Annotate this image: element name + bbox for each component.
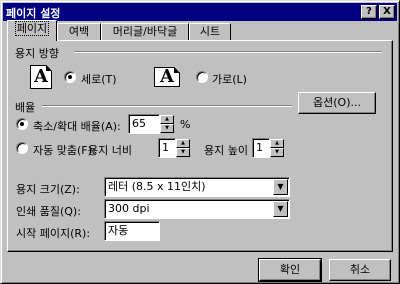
pages-tall-value: 1 (256, 141, 263, 154)
spin-down-icon[interactable]: ▼ (176, 148, 190, 157)
scale-percent-spinner[interactable]: ▲ ▼ (160, 115, 174, 133)
scale-percent-input[interactable]: 65 (128, 114, 160, 134)
dropdown-arrow-icon[interactable]: ▼ (273, 179, 288, 195)
first-page-input[interactable]: 자동 (104, 221, 160, 241)
paper-size-value: 레터 (8.5 x 11인치) (108, 180, 206, 193)
ok-button-label: 확인 (279, 263, 301, 276)
pages-wide-label: 용지 너비 (88, 144, 132, 157)
scale-percent-value: 65 (132, 117, 146, 130)
print-quality-value: 300 dpi (108, 202, 150, 215)
paper-size-label: 용지 크기(Z): (16, 183, 80, 196)
scaling-divider (42, 105, 292, 107)
pages-wide-value: 1 (162, 141, 169, 154)
first-page-label: 시작 페이지(R): (16, 227, 91, 240)
adjust-to-label[interactable]: 축소/확대 배율(A): (33, 118, 121, 134)
options-button[interactable]: 옵션(O)... (298, 92, 376, 114)
print-quality-select[interactable]: 300 dpi ▼ (104, 199, 290, 219)
spin-up-icon[interactable]: ▲ (176, 139, 190, 148)
pages-tall-spinner[interactable]: ▲ ▼ (270, 139, 284, 157)
tab-sheet[interactable]: 시트 (189, 23, 231, 41)
ok-button[interactable]: 확인 (258, 258, 322, 282)
landscape-radio[interactable] (196, 71, 208, 83)
pages-tall-input[interactable]: 1 (252, 138, 270, 158)
tab-page-label: 페이지 (14, 21, 50, 36)
landscape-label[interactable]: 가로(L) (212, 71, 247, 87)
adjust-to-radio[interactable] (16, 118, 28, 130)
first-page-value: 자동 (108, 224, 129, 237)
options-button-label: 옵션(O)... (313, 96, 361, 109)
close-icon: X (383, 6, 391, 17)
page-setup-dialog: 페이지 설정 ? X 페이지 여백 머리글/바닥글 시트 용지 방향 A 세로(… (0, 0, 400, 284)
tab-header-footer-label: 머리글/바닥글 (112, 25, 178, 38)
print-quality-label: 인쇄 품질(Q): (16, 205, 81, 218)
portrait-radio[interactable] (64, 71, 76, 83)
cancel-button-label: 취소 (349, 263, 371, 276)
tab-header-footer[interactable]: 머리글/바닥글 (101, 23, 189, 41)
fit-to-label[interactable]: 자동 맞춤(F): (33, 142, 96, 158)
spin-up-icon[interactable]: ▲ (160, 115, 174, 124)
pages-wide-spinner[interactable]: ▲ ▼ (176, 139, 190, 157)
help-button[interactable]: ? (361, 5, 377, 19)
spin-down-icon[interactable]: ▼ (160, 124, 174, 133)
scaling-heading: 배율 (15, 101, 36, 114)
spin-up-icon[interactable]: ▲ (270, 139, 284, 148)
spin-down-icon[interactable]: ▼ (270, 148, 284, 157)
tab-margins[interactable]: 여백 (57, 23, 101, 41)
tab-margins-label: 여백 (68, 25, 90, 38)
pages-wide-input[interactable]: 1 (158, 138, 176, 158)
dialog-title: 페이지 설정 (6, 7, 61, 20)
orientation-divider (74, 51, 382, 53)
paper-size-select[interactable]: 레터 (8.5 x 11인치) ▼ (104, 177, 290, 197)
dropdown-arrow-icon[interactable]: ▼ (273, 201, 288, 217)
title-bar[interactable]: 페이지 설정 ? X (3, 3, 397, 21)
landscape-icon: A (154, 67, 180, 87)
landscape-icon-letter: A (160, 66, 174, 87)
help-icon: ? (366, 6, 372, 17)
portrait-icon: A (30, 65, 52, 89)
portrait-icon-letter: A (34, 66, 48, 87)
cancel-button[interactable]: 취소 (329, 259, 391, 281)
tab-panel-page: 용지 방향 A 세로(T) A 가로(L) 옵션(O)... 배율 축소/확대 … (7, 40, 393, 252)
orientation-heading: 용지 방향 (15, 47, 59, 60)
fit-to-radio[interactable] (16, 142, 28, 154)
tab-page[interactable]: 페이지 (7, 20, 57, 41)
portrait-label[interactable]: 세로(T) (81, 71, 117, 87)
pages-tall-label: 용지 높이 (204, 144, 248, 157)
close-button[interactable]: X (379, 5, 395, 19)
percent-unit: % (180, 118, 191, 131)
tab-sheet-label: 시트 (199, 25, 221, 38)
